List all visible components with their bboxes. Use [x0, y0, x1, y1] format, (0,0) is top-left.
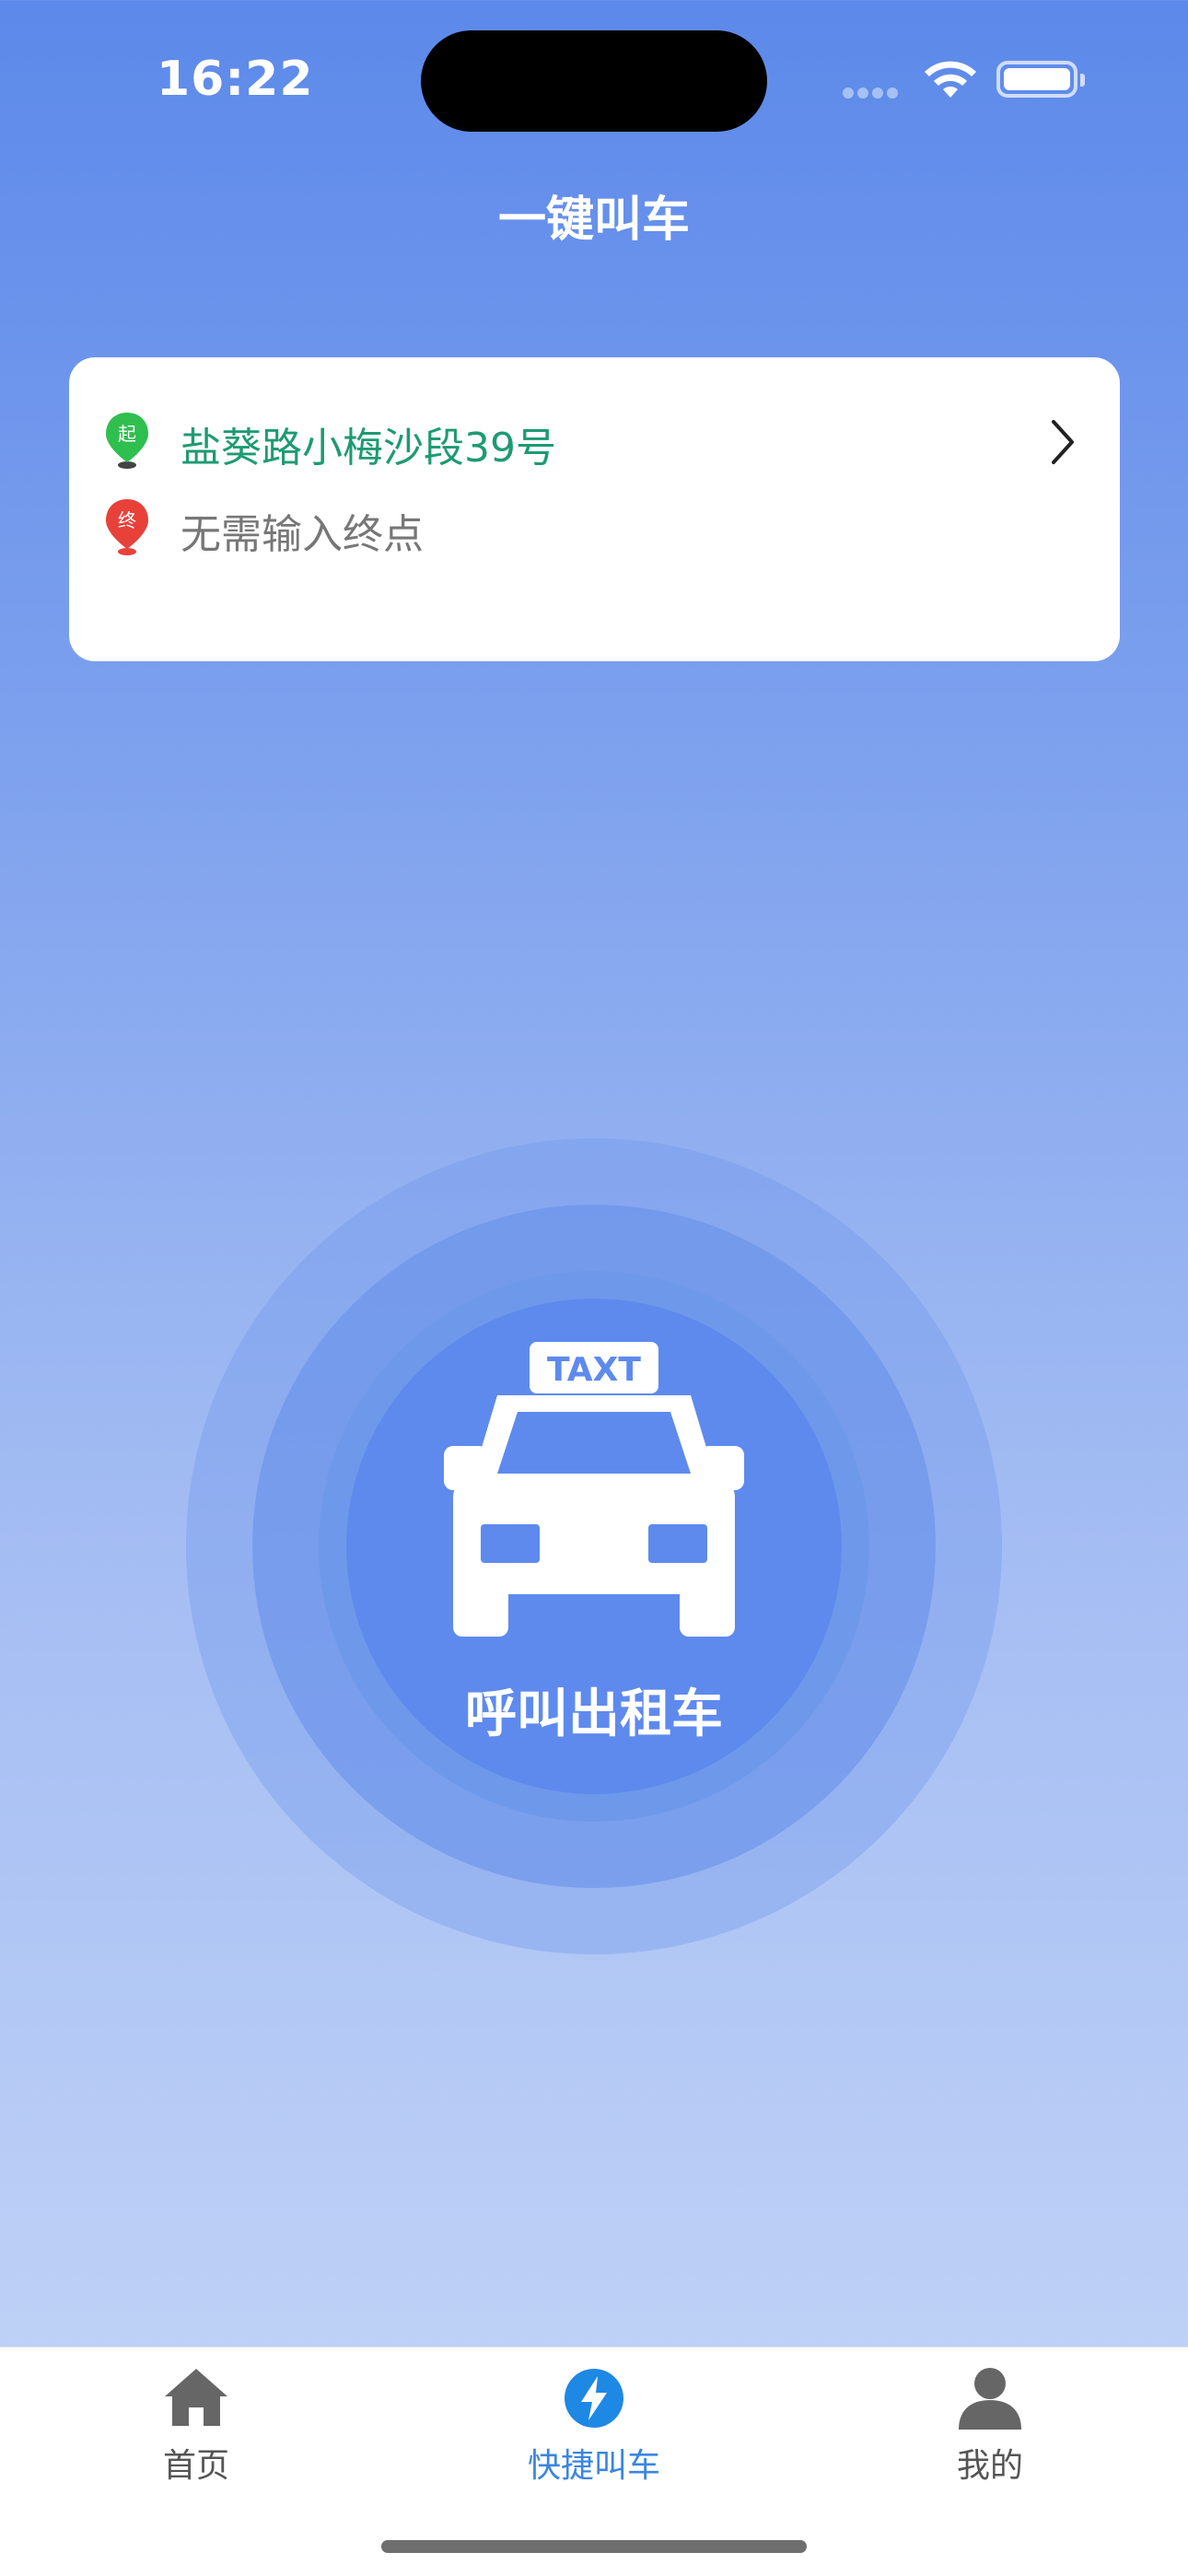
end-pin-icon: 终 [106, 499, 148, 555]
taxi-icon: TAXT [444, 1342, 744, 1637]
cellular-signal-icon [843, 85, 905, 99]
wifi-icon [925, 61, 976, 98]
home-indicator[interactable] [381, 2540, 807, 2553]
call-taxi-label: 呼叫出租车 [465, 1684, 723, 1744]
page-title: 一键叫车 [497, 192, 690, 248]
status-time: 16:22 [157, 52, 314, 107]
start-badge: 起 [118, 423, 136, 445]
battery-icon [996, 61, 1085, 98]
home-icon [165, 2369, 227, 2426]
tab-quick-call[interactable]: 快捷叫车 [502, 2365, 686, 2487]
tab-home[interactable]: 首页 [104, 2365, 288, 2487]
end-address-placeholder[interactable]: 无需输入终点 [181, 501, 424, 560]
tab-quick-call-label: 快捷叫车 [527, 2447, 660, 2485]
tab-mine[interactable]: 我的 [898, 2365, 1082, 2487]
dynamic-island [421, 30, 767, 132]
start-address[interactable]: 盐葵路小梅沙段39号 [181, 414, 556, 473]
taxi-sign-text: TAXT [547, 1351, 641, 1389]
user-icon [959, 2368, 1021, 2430]
lightning-icon [565, 2369, 623, 2428]
end-badge: 终 [118, 509, 136, 531]
tab-mine-label: 我的 [956, 2447, 1023, 2485]
start-pin-icon: 起 [106, 413, 148, 469]
tab-home-label: 首页 [162, 2447, 229, 2485]
chevron-right-icon[interactable] [1046, 416, 1079, 468]
